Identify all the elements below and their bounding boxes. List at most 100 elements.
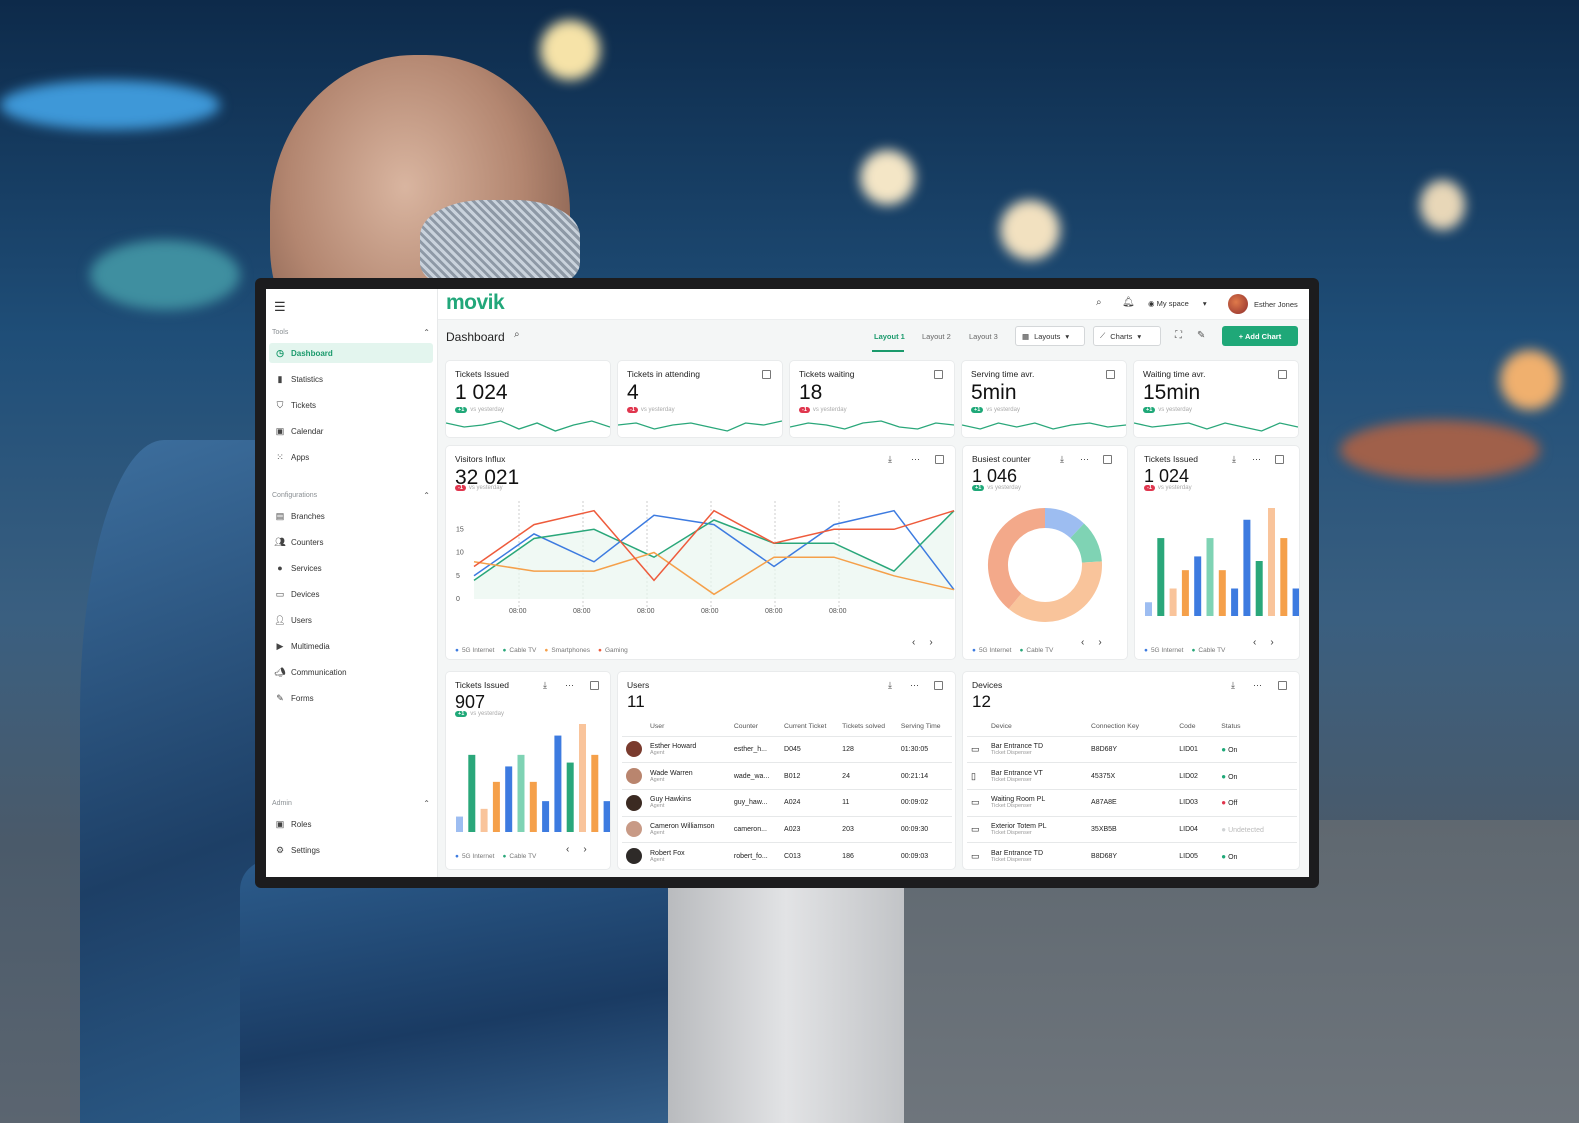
ticket-cell: C013 [780, 842, 839, 870]
donut-slice [1069, 523, 1102, 564]
chevron-up-icon[interactable]: ⌃ [423, 799, 430, 808]
search-icon[interactable]: ⌕ [1096, 297, 1102, 308]
more-icon[interactable]: ⋯ [911, 454, 920, 465]
tab-layout-3[interactable]: Layout 3 [969, 332, 998, 341]
bar [1145, 602, 1152, 616]
charts-dropdown[interactable]: ⟋ Charts ▾ [1093, 326, 1161, 346]
column-header[interactable]: Status [1217, 718, 1297, 736]
sidebar-item-multimedia[interactable]: ▶ Multimedia [269, 636, 433, 656]
sidebar-section-header[interactable]: Tools ⌃ [272, 328, 430, 337]
sidebar-item-statistics[interactable]: ▮ Statistics [269, 369, 433, 389]
more-icon[interactable]: ⋯ [1253, 680, 1262, 691]
sidebar-item-users[interactable]: 👤︎ Users [269, 610, 433, 630]
card-delta: +1 vs yesterday [972, 485, 1021, 491]
download-icon[interactable]: ⤓ [1231, 680, 1235, 691]
select-checkbox[interactable] [935, 455, 944, 464]
sidebar-item-apps[interactable]: ⁙ Apps [269, 447, 433, 467]
select-checkbox[interactable] [934, 370, 943, 379]
sidebar-item-counters[interactable]: 👥︎ Counters [269, 532, 433, 552]
chevron-left-icon[interactable]: ‹ [1081, 637, 1084, 648]
tab-layout-1[interactable]: Layout 1 [874, 332, 905, 341]
sidebar-section-header[interactable]: Admin ⌃ [272, 799, 430, 808]
layouts-dropdown[interactable]: ▦ Layouts ▾ [1015, 326, 1085, 346]
menu-icon[interactable]: ☰ [274, 299, 286, 315]
bar [1194, 556, 1202, 616]
sidebar-item-roles[interactable]: ▣ Roles [269, 814, 433, 834]
sidebar-item-settings[interactable]: ⚙ Settings [269, 840, 433, 860]
column-header[interactable]: Code [1175, 718, 1217, 736]
sidebar-item-forms[interactable]: ✎ Forms [269, 688, 433, 708]
avatar[interactable] [1228, 294, 1248, 314]
download-icon[interactable]: ⤓ [1060, 454, 1064, 465]
table-row[interactable]: ▭ Exterior Totem PL Ticket Dispenser 35XB5B… [967, 815, 1297, 843]
add-chart-button[interactable]: + Add Chart [1222, 326, 1298, 346]
column-header[interactable]: User [646, 718, 730, 736]
select-checkbox[interactable] [590, 681, 599, 690]
bell-icon[interactable]: 🔔︎ [1122, 297, 1135, 308]
search-icon[interactable]: ⌕ [514, 329, 520, 340]
download-icon[interactable]: ⤓ [1232, 454, 1236, 465]
select-checkbox[interactable] [1275, 455, 1284, 464]
table-row[interactable]: Robert Fox Agent robert_fo... C013 186 00:09:… [622, 842, 952, 870]
tab-layout-2[interactable]: Layout 2 [922, 332, 951, 341]
sidebar-item-calendar[interactable]: ▣ Calendar [269, 421, 433, 441]
chevron-right-icon[interactable]: › [583, 844, 586, 855]
table-row[interactable]: ▯ Bar Entrance VT Ticket Dispenser 45375X LI… [967, 762, 1297, 790]
select-checkbox[interactable] [762, 370, 771, 379]
chevron-right-icon[interactable]: › [929, 637, 932, 648]
sidebar-item-branches[interactable]: ▤ Branches [269, 506, 433, 526]
fullscreen-icon[interactable]: ⛶ [1175, 330, 1182, 341]
edit-icon[interactable]: ✎ [1197, 330, 1205, 341]
select-checkbox[interactable] [1278, 370, 1287, 379]
my-space-selector[interactable]: ◉ My space ▾ [1148, 299, 1207, 308]
table-row[interactable]: ▭ Bar Entrance TD Ticket Dispenser B8D68Y LI… [967, 842, 1297, 870]
bar [1169, 588, 1177, 616]
more-icon[interactable]: ⋯ [565, 680, 574, 691]
table-row[interactable]: Cameron Williamson Agent cameron... A023 203… [622, 815, 952, 843]
table-row[interactable]: ▭ Bar Entrance TD Ticket Dispenser B8D68Y LI… [967, 735, 1297, 763]
chevron-up-icon[interactable]: ⌃ [423, 491, 430, 500]
select-checkbox[interactable] [1103, 455, 1112, 464]
table-row[interactable]: Guy Hawkins Agent guy_haw... A024 11 00:09:02 [622, 788, 952, 817]
select-checkbox[interactable] [1278, 681, 1287, 690]
connection-key-cell: A87A8E [1087, 788, 1176, 817]
column-header[interactable]: Current Ticket [780, 718, 838, 736]
card-value: 18 [799, 381, 823, 404]
column-header[interactable]: Tickets solved [838, 718, 897, 736]
download-icon[interactable]: ⤓ [543, 680, 547, 691]
chevron-left-icon[interactable]: ‹ [566, 844, 569, 855]
sidebar-item-services[interactable]: ● Services [269, 558, 433, 578]
column-header[interactable]: Serving Time [897, 718, 952, 736]
chevron-left-icon[interactable]: ‹ [1253, 637, 1256, 648]
chevron-left-icon[interactable]: ‹ [912, 637, 915, 648]
card-title: Tickets waiting [799, 369, 855, 379]
counter-cell: esther_h... [729, 735, 781, 763]
globe-icon: ◉ [1148, 299, 1155, 308]
download-icon[interactable]: ⤓ [888, 454, 892, 465]
column-header[interactable]: Counter [730, 718, 780, 736]
more-icon[interactable]: ⋯ [1080, 454, 1089, 465]
download-icon[interactable]: ⤓ [888, 680, 892, 691]
chevron-right-icon[interactable]: › [1270, 637, 1273, 648]
sidebar-item-communication[interactable]: 📣︎ Communication [269, 662, 433, 682]
more-icon[interactable]: ⋯ [1252, 454, 1261, 465]
sidebar-item-tickets[interactable]: ⛉ Tickets [269, 395, 433, 415]
chevron-up-icon[interactable]: ⌃ [423, 328, 430, 337]
column-header[interactable]: Device [987, 718, 1087, 736]
select-checkbox[interactable] [1106, 370, 1115, 379]
ticket-cell: B012 [780, 762, 839, 790]
sidebar-item-label: Roles [291, 819, 312, 829]
status-badge: ● On [1217, 762, 1297, 790]
sidebar-item-dashboard[interactable]: ◷ Dashboard [269, 343, 433, 363]
devices-icon: ▭ [275, 588, 285, 599]
table-row[interactable]: Wade Warren Agent wade_wa... B012 24 00:21:14 [622, 762, 952, 790]
kpi-card: Tickets in attending 4 -1 vs yesterday [618, 361, 782, 437]
column-header[interactable]: Connection Key [1087, 718, 1175, 736]
more-icon[interactable]: ⋯ [910, 680, 919, 691]
table-row[interactable]: ▭ Waiting Room PL Ticket Dispenser A87A8E LI… [967, 788, 1297, 817]
sidebar-item-devices[interactable]: ▭ Devices [269, 584, 433, 604]
select-checkbox[interactable] [934, 681, 943, 690]
table-row[interactable]: Esther Howard Agent esther_h... D045 128 01:3… [622, 735, 952, 763]
chevron-right-icon[interactable]: › [1098, 637, 1101, 648]
sidebar-section-header[interactable]: Configurations ⌃ [272, 491, 430, 500]
